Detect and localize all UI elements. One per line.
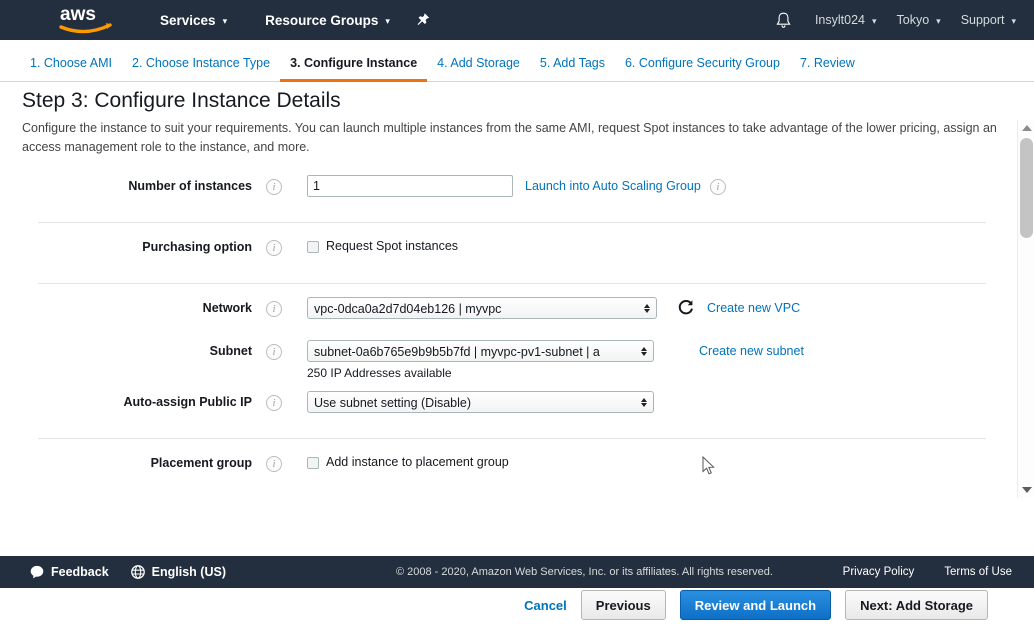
notifications-bell-icon[interactable] (771, 0, 797, 40)
speech-bubble-icon (30, 565, 44, 579)
refresh-glyph (678, 300, 693, 315)
tab-choose-instance-type[interactable]: 2. Choose Instance Type (122, 56, 280, 82)
subnet-label: Subnet (209, 344, 252, 358)
support-menu-label: Support (960, 13, 1005, 27)
section-divider (38, 222, 986, 223)
info-icon[interactable]: i (266, 301, 282, 317)
language-label: English (US) (151, 565, 226, 579)
feedback-button[interactable]: Feedback (30, 565, 109, 579)
region-menu[interactable]: Tokyo ▾ (887, 0, 951, 40)
field-network: Network i vpc-0dca0a2d7d04eb126 | myvpc … (0, 297, 1002, 327)
section-divider (38, 438, 986, 439)
nav-resource-groups[interactable]: Resource Groups ▾ (255, 0, 400, 40)
nav-services[interactable]: Services ▾ (150, 0, 237, 40)
auto-assign-public-ip-label: Auto-assign Public IP (123, 395, 253, 409)
language-button[interactable]: English (US) (130, 565, 226, 579)
info-icon[interactable]: i (266, 395, 282, 411)
aws-logo-icon: aws (59, 4, 112, 34)
nav-services-label: Services (160, 12, 216, 28)
pin-icon[interactable] (414, 9, 432, 31)
request-spot-instances-checkbox[interactable] (307, 241, 319, 253)
launch-into-auto-scaling-group-link[interactable]: Launch into Auto Scaling Group (525, 179, 701, 193)
field-placement-group: Placement group i Add instance to placem… (0, 452, 1002, 482)
nav-right-group: Insylt024 ▾ Tokyo ▾ Support ▾ (771, 0, 1034, 40)
create-new-vpc-link[interactable]: Create new VPC (707, 301, 800, 315)
tab-choose-ami[interactable]: 1. Choose AMI (20, 56, 122, 82)
speech-bubble-glyph (30, 565, 44, 579)
footer-right-links: Privacy Policy Terms of Use (813, 566, 1012, 578)
pushpin-glyph (417, 13, 430, 25)
tab-add-storage[interactable]: 4. Add Storage (427, 56, 530, 82)
copyright-text: © 2008 - 2020, Amazon Web Services, Inc.… (395, 566, 773, 578)
number-of-instances-input[interactable] (307, 175, 513, 197)
triangle-down-icon (1021, 487, 1032, 493)
chevron-down-icon: ▾ (385, 15, 390, 26)
wizard-step-tabs: 1. Choose AMI 2. Choose Instance Type 3.… (0, 40, 1034, 82)
tab-review[interactable]: 7. Review (790, 56, 865, 82)
tab-add-tags[interactable]: 5. Add Tags (530, 56, 615, 82)
privacy-policy-link[interactable]: Privacy Policy (843, 566, 915, 578)
purchasing-option-label: Purchasing option (142, 240, 252, 254)
scroll-up-button[interactable] (1018, 120, 1034, 136)
scrollbar-thumb[interactable] (1020, 138, 1033, 238)
content-scrollbar[interactable] (1017, 120, 1034, 498)
review-and-launch-button[interactable]: Review and Launch (679, 590, 832, 620)
info-icon[interactable]: i (709, 179, 726, 195)
request-spot-instances-label[interactable]: Request Spot instances (326, 236, 458, 253)
scroll-down-button[interactable] (1018, 482, 1034, 498)
nav-resource-groups-label: Resource Groups (265, 12, 379, 28)
tab-configure-security-group[interactable]: 6. Configure Security Group (615, 56, 790, 82)
support-menu[interactable]: Support ▾ (951, 0, 1026, 40)
subnet-ip-availability-note: 250 IP Addresses available (307, 366, 452, 380)
subnet-select[interactable]: subnet-0a6b765e9b9b5b7fd | myvpc-pv1-sub… (307, 340, 654, 362)
create-new-subnet-link[interactable]: Create new subnet (699, 344, 804, 358)
feedback-label: Feedback (51, 565, 109, 579)
globe-glyph (130, 565, 145, 579)
field-purchasing-option: Purchasing option i Request Spot instanc… (0, 236, 1002, 266)
globe-icon (130, 565, 145, 579)
page-description: Configure the instance to suit your requ… (22, 121, 997, 154)
number-of-instances-label: Number of instances (128, 179, 252, 193)
triangle-up-icon (1021, 125, 1032, 131)
chevron-down-icon: ▾ (222, 15, 228, 26)
placement-group-label: Placement group (150, 456, 252, 470)
info-icon[interactable]: i (266, 240, 282, 256)
terms-of-use-link[interactable]: Terms of Use (944, 566, 1012, 578)
field-auto-assign-public-ip: Auto-assign Public IP i Use subnet setti… (0, 391, 1002, 421)
add-instance-to-placement-group-label[interactable]: Add instance to placement group (326, 452, 509, 469)
previous-button[interactable]: Previous (580, 590, 666, 620)
chevron-down-icon: ▾ (936, 15, 941, 26)
field-number-of-instances: Number of instances i Launch into Auto S… (0, 175, 1002, 205)
network-label: Network (202, 301, 252, 315)
region-menu-label: Tokyo (896, 13, 930, 27)
chevron-down-icon: ▾ (1011, 15, 1016, 26)
top-navigation-bar: aws Services ▾ Resource Groups ▾ Insylt0… (0, 0, 1034, 40)
footer-left-group: Feedback English (US) (30, 565, 226, 579)
page-footer: Feedback English (US) © 2008 - 2020, Ama… (0, 556, 1034, 588)
add-instance-to-placement-group-checkbox[interactable] (307, 457, 319, 469)
svg-text:aws: aws (60, 4, 96, 25)
aws-logo[interactable]: aws (58, 3, 114, 37)
configure-instance-form: Number of instances i Launch into Auto S… (0, 167, 1002, 483)
info-icon[interactable]: i (266, 179, 282, 195)
auto-assign-public-ip-select[interactable]: Use subnet setting (Disable) (307, 391, 654, 413)
field-subnet: Subnet i subnet-0a6b765e9b9b5b7fd | myvp… (0, 340, 1002, 380)
page-title: Step 3: Configure Instance Details (22, 89, 341, 112)
bell-glyph (776, 12, 791, 28)
network-select[interactable]: vpc-0dca0a2d7d04eb126 | myvpc (307, 297, 657, 319)
tab-configure-instance[interactable]: 3. Configure Instance (280, 56, 428, 82)
cancel-button[interactable]: Cancel (524, 598, 567, 613)
refresh-network-icon[interactable] (677, 299, 695, 317)
info-icon[interactable]: i (266, 344, 282, 360)
chevron-down-icon: ▾ (871, 15, 877, 26)
account-menu[interactable]: Insylt024 ▾ (805, 0, 887, 40)
main-content: Step 3: Configure Instance Details Confi… (0, 83, 1034, 620)
next-add-storage-button[interactable]: Next: Add Storage (845, 590, 988, 620)
section-divider (38, 283, 986, 284)
info-icon[interactable]: i (266, 456, 282, 472)
account-menu-label: Insylt024 (814, 13, 865, 27)
